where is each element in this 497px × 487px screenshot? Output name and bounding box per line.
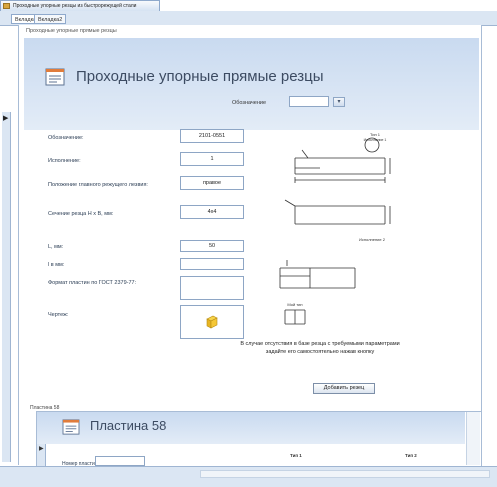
field-label-length: L, мм:	[48, 244, 64, 250]
subform-icon	[62, 419, 80, 435]
document-tab-title: Проходные упорные резцы из быстрорежущей…	[13, 3, 137, 9]
drawing-label-mid: Исполнение 2	[359, 237, 386, 242]
drawing-label-top: Тип 1	[370, 132, 381, 137]
field-label-version: Исполнение:	[48, 158, 81, 164]
add-cutter-button[interactable]: Добавить резец	[313, 383, 375, 394]
subform-view-2-label: Тип 2	[405, 453, 417, 458]
field-version[interactable]: 1	[180, 152, 244, 166]
cutter-drawing: Тип 1 Исполнение 1 Исполнение 2 Мой тип	[279, 132, 391, 325]
record-pointer-icon: ▶	[3, 115, 9, 122]
chevron-down-icon: ▾	[337, 99, 341, 105]
subform-vscrollbar[interactable]	[466, 412, 480, 465]
subform-title: Пластина 58	[90, 418, 167, 433]
form-icon	[3, 3, 10, 9]
drawing-attachment-box[interactable]	[180, 305, 244, 339]
combo-dropdown-button[interactable]: ▾	[333, 97, 345, 107]
field-blade-position[interactable]: правое	[180, 176, 244, 190]
field-section[interactable]: 4x4	[180, 205, 244, 219]
field-label-plate-format: Формат пластин по ГОСТ 2379-77:	[48, 280, 137, 286]
tab-2-label: Вкладка2	[38, 17, 63, 23]
drawing-label-bottom: Мой тип	[287, 302, 302, 307]
record-selector-strip[interactable]	[2, 112, 11, 462]
field-length[interactable]: 50	[180, 240, 244, 252]
document-tab-strip	[0, 11, 497, 26]
form-caption: Проходные упорные прямые резцы	[26, 28, 117, 34]
subform-view-1-label: Тип 1	[290, 453, 302, 458]
field-label-blade-position: Положение главного режущего лезвия:	[48, 182, 148, 188]
selector-label: Обозначение	[232, 100, 267, 106]
field-plate-format[interactable]	[180, 276, 244, 300]
page-title: Проходные упорные прямые резцы	[76, 68, 324, 85]
horizontal-scrollbar[interactable]	[200, 470, 490, 478]
add-cutter-note: В случае отсутствия в базе резца с требу…	[240, 341, 400, 355]
attachment-icon	[206, 315, 218, 329]
subform-record-pointer-icon: ▶	[39, 446, 44, 452]
field-label-l: l в мм:	[48, 262, 65, 268]
field-label-designation: Обозначение:	[48, 135, 84, 141]
field-l[interactable]	[180, 258, 244, 270]
document-tab[interactable]: Проходные упорные резцы из быстрорежущей…	[0, 0, 160, 11]
selector-combo[interactable]	[289, 96, 329, 107]
plate-number-field[interactable]	[95, 456, 145, 466]
field-label-section: Сечение резца H x B, мм:	[48, 211, 114, 217]
drawing-label-top-sub: Исполнение 1	[364, 138, 387, 142]
form-icon	[45, 68, 65, 86]
tab-2[interactable]: Вкладка2	[34, 14, 67, 24]
field-label-drawing: Чертеж:	[48, 312, 69, 318]
field-designation[interactable]: 2101-0551	[180, 129, 244, 143]
